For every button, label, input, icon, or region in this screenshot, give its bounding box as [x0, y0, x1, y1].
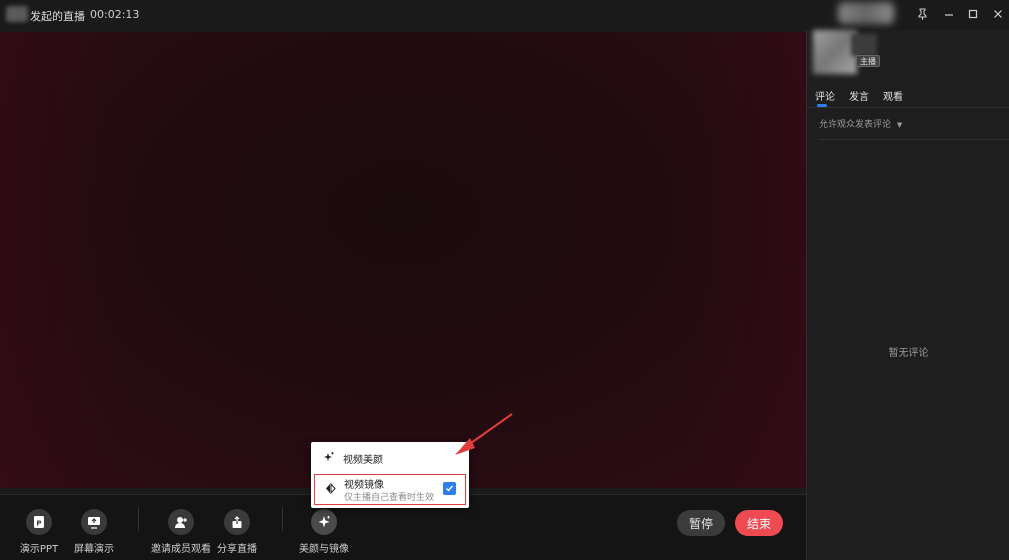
tool-label: 分享直播 — [217, 544, 257, 555]
ppt-icon: P — [26, 509, 52, 535]
live-timer: 00:02:13 — [90, 8, 140, 21]
window-title: 发起的直播 — [30, 10, 85, 23]
video-preview — [0, 32, 806, 488]
chevron-down-icon: ▼ — [896, 121, 903, 129]
maximize-icon[interactable] — [963, 5, 983, 23]
tool-label: 屏幕演示 — [74, 544, 114, 555]
title-bar: 发起的直播 00:02:13 — [0, 0, 1009, 30]
mirror-checkbox[interactable] — [443, 482, 456, 495]
beauty-mirror-popup: 视频美颜 视频镜像 仅主播自己查看时生效 — [311, 442, 469, 508]
share-icon — [224, 509, 250, 535]
app-icon — [6, 6, 28, 22]
video-mirror-label: 视频镜像 — [344, 480, 384, 491]
toolbar-divider — [138, 507, 139, 531]
pause-button[interactable]: 暂停 — [677, 510, 725, 536]
sidebar-divider — [819, 139, 1009, 140]
mirror-icon — [325, 482, 336, 497]
tool-label: 美颜与镜像 — [299, 544, 349, 555]
close-icon[interactable] — [988, 5, 1008, 23]
host-avatar-overlay — [851, 34, 877, 56]
video-beauty-menu-item[interactable]: 视频美颜 — [323, 448, 383, 468]
video-beauty-label: 视频美颜 — [343, 454, 383, 466]
sidebar-tabs: 评论 发言 观看 — [807, 88, 1009, 108]
share-live-button[interactable]: 分享直播 — [202, 509, 272, 555]
tool-label: 演示PPT — [19, 544, 59, 555]
video-mirror-menu-item[interactable]: 视频镜像 仅主播自己查看时生效 — [314, 474, 466, 505]
svg-text:P: P — [36, 520, 41, 528]
end-live-button[interactable]: 结束 — [735, 510, 783, 536]
active-tab-indicator — [817, 104, 827, 107]
screen-share-button[interactable]: 屏幕演示 — [59, 509, 129, 555]
beauty-sparkle-icon — [311, 509, 337, 535]
empty-comments-text: 暂无评论 — [888, 348, 929, 359]
user-avatar[interactable] — [838, 2, 894, 24]
pin-icon[interactable] — [912, 5, 932, 23]
sparkle-icon — [323, 451, 337, 466]
beauty-mirror-button[interactable]: 美颜与镜像 — [289, 509, 359, 555]
minimize-icon[interactable] — [939, 5, 959, 23]
comment-permission-dropdown[interactable]: 允许观众发表评论 ▼ — [819, 117, 902, 130]
screen-share-icon — [81, 509, 107, 535]
comment-permission-label: 允许观众发表评论 — [819, 120, 892, 130]
right-sidebar: 主播 评论 发言 观看 允许观众发表评论 ▼ 暂无评论 — [806, 30, 1009, 560]
toolbar-divider — [282, 507, 283, 531]
tab-speak[interactable]: 发言 — [849, 88, 869, 103]
video-mirror-note: 仅主播自己查看时生效 — [344, 493, 435, 503]
invite-member-icon — [168, 509, 194, 535]
tab-viewers[interactable]: 观看 — [883, 88, 903, 103]
host-badge: 主播 — [856, 55, 880, 67]
tab-comments[interactable]: 评论 — [815, 88, 835, 103]
